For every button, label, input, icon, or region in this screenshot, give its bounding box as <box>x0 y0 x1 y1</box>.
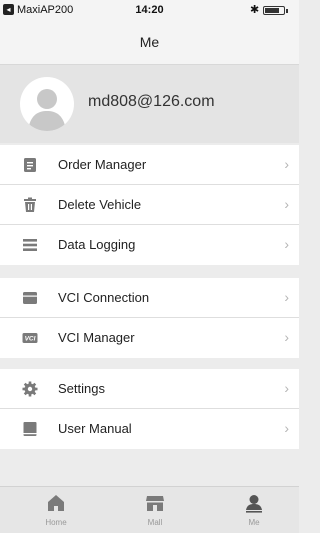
menu-item-vci-connection[interactable]: VCI Connection › <box>0 278 299 318</box>
chevron-right-icon: › <box>284 236 289 252</box>
profile-email: md808@126.com <box>88 93 215 110</box>
menu-item-label: Data Logging <box>58 237 136 252</box>
tab-mall[interactable]: Mall <box>105 487 205 533</box>
book-icon <box>23 422 37 436</box>
chevron-right-icon: › <box>284 196 289 212</box>
menu-item-settings[interactable]: Settings › <box>0 369 299 409</box>
tab-home[interactable]: Home <box>6 487 106 533</box>
trash-icon <box>24 197 36 212</box>
menu-item-label: Order Manager <box>58 157 147 172</box>
user-silhouette-icon <box>28 89 66 131</box>
tab-label: Me <box>248 518 260 527</box>
vci-badge-icon: VCI <box>22 333 38 343</box>
menu-item-vci-manager[interactable]: VCI VCI Manager › <box>0 318 299 358</box>
tab-bar: Home Mall Me <box>0 486 299 533</box>
store-icon <box>146 496 164 511</box>
chevron-right-icon: › <box>284 420 289 436</box>
menu-item-delete-vehicle[interactable]: Delete Vehicle › <box>0 185 299 225</box>
status-bar: ◂ MaxiAP200 14:20 ✱ <box>0 0 299 20</box>
menu-item-user-manual[interactable]: User Manual › <box>0 409 299 449</box>
list-icon <box>23 239 37 251</box>
bluetooth-icon: ✱ <box>250 4 260 16</box>
tab-label: Mall <box>147 518 163 527</box>
avatar[interactable] <box>20 77 74 131</box>
menu-item-label: VCI Connection <box>58 290 150 305</box>
chevron-right-icon: › <box>284 156 289 172</box>
menu-item-label: User Manual <box>58 421 132 436</box>
home-icon <box>48 495 64 511</box>
menu-item-data-logging[interactable]: Data Logging › <box>0 225 299 265</box>
gear-icon <box>22 381 38 397</box>
tab-me[interactable]: Me <box>204 487 304 533</box>
svg-text:VCI: VCI <box>25 336 36 343</box>
menu-item-order-manager[interactable]: Order Manager › <box>0 145 299 185</box>
nav-bar: Me <box>0 20 299 65</box>
chevron-right-icon: › <box>284 329 289 345</box>
menu-item-label: Settings <box>58 381 105 396</box>
menu-group-account: Order Manager › Delete Vehicle › Data Lo… <box>0 145 299 265</box>
tab-label: Home <box>45 518 67 527</box>
page-title: Me <box>139 34 160 50</box>
chevron-right-icon: › <box>284 289 289 305</box>
battery-icon <box>263 6 288 15</box>
menu-item-label: VCI Manager <box>58 330 135 345</box>
menu-group-vci: VCI Connection › VCI VCI Manager › <box>0 278 299 358</box>
user-icon <box>246 495 262 513</box>
menu-group-app: Settings › User Manual › <box>0 369 299 449</box>
menu-item-label: Delete Vehicle <box>58 197 142 212</box>
profile-header[interactable]: md808@126.com <box>0 65 299 143</box>
chevron-right-icon: › <box>284 380 289 396</box>
vci-connection-icon <box>23 292 37 304</box>
clipboard-icon <box>24 158 36 172</box>
